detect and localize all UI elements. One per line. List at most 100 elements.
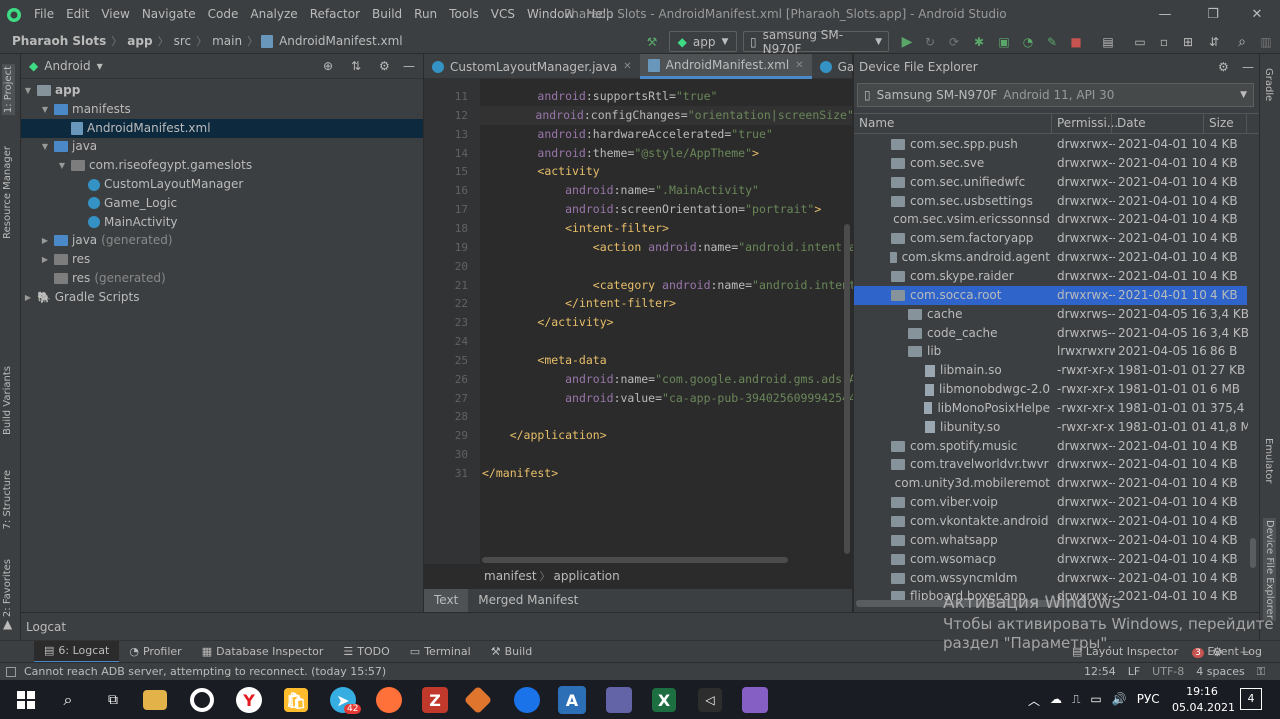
apply-code-icon[interactable]: ⟳ [944,31,964,52]
device-select[interactable]: ▯ samsung SM-N970F ▼ [743,28,889,56]
editor-tab[interactable]: CustomLayoutManager.java ✕ [424,54,640,79]
gradle-sync-icon[interactable]: ⇵ [1204,31,1224,52]
collapse-icon[interactable]: ⇅ [351,59,361,73]
sdk-manager-icon[interactable]: ▭ [1130,31,1150,52]
store-icon[interactable]: 🛍 [284,688,308,712]
code-line[interactable]: android:name="com.google.android.gms.ads… [482,370,877,389]
file-row[interactable]: ▶com.spotify.music drwxrwx--x2021-04-01 1… [854,437,1247,456]
code-line[interactable]: android:hardwareAccelerated="true" [482,125,772,144]
col-permissions[interactable]: Permissi... [1052,114,1118,133]
editor-h-scrollbar[interactable] [482,557,788,563]
code-line[interactable]: <category android:name="android.intent.c… [482,276,877,295]
tab-build[interactable]: ⚒ Build [481,641,543,663]
menu-build[interactable]: Build [366,0,408,29]
file-row[interactable]: ▼lib lrwxrwxrwx2021-04-05 16:28 86 B [854,342,1247,361]
favorites-tab[interactable]: 2: Favorites [2,559,13,617]
file-row[interactable]: ▶com.wssyncmldm drwxrwx--x2021-04-01 10:3… [854,569,1247,588]
tree-item[interactable]: ▶ res [21,250,423,269]
merged-manifest-tab[interactable]: Merged Manifest [468,589,588,612]
menu-tools[interactable]: Tools [443,0,485,29]
tab-todo[interactable]: ☰ TODO [333,641,399,663]
text-tab[interactable]: Text [424,589,469,612]
menu-navigate[interactable]: Navigate [136,0,202,29]
file-row[interactable]: libmain.so -rwxr-xr-x1981-01-01 01:01 27 K… [854,361,1247,380]
usb-icon[interactable]: ⎍ [1072,692,1080,709]
expand-down-icon[interactable]: ▼ [40,100,50,119]
build-variants-tab[interactable]: Build Variants [2,366,13,435]
tree-item[interactable]: ▼ com.riseofegypt.gameslots [21,156,423,175]
resource-manager-tab[interactable]: Resource Manager [2,146,13,239]
layout-icon[interactable]: ⊞ [1178,31,1198,52]
breadcrumb-item[interactable]: AndroidManifest.xml [277,34,405,48]
file-row[interactable]: ▶com.sec.unifiedwfc drwxrwx--x2021-04-01 … [854,173,1247,192]
clock[interactable]: 19:16 05.04.2021 [1172,684,1235,716]
minimize-button[interactable]: — [1142,0,1188,29]
gradle-tool-tab[interactable]: Gradle [1263,68,1274,101]
file-row[interactable]: ▶com.sec.sve drwxrwx--x2021-04-01 10:35 4 … [854,154,1247,173]
profile-icon[interactable]: ◔ [1018,31,1038,52]
android-studio-taskbar-icon[interactable]: A [558,686,586,714]
gear-icon[interactable]: ⚙ [379,59,390,73]
tab-logcat[interactable]: ▤ 6: Logcat [34,640,120,663]
close-tab-icon[interactable]: ✕ [795,60,803,71]
tab-profiler[interactable]: ◔ Profiler [119,641,191,663]
file-row[interactable]: libmonobdwgc-2.0 -rwxr-xr-x1981-01-01 01:… [854,380,1247,399]
tree-item[interactable]: Game_Logic [21,194,423,213]
search-icon[interactable]: ⌕ [52,684,84,716]
file-explorer-icon[interactable] [143,690,167,710]
caret-position[interactable]: 12:54 [1084,663,1116,681]
filezilla-icon[interactable]: Z [422,687,448,713]
code-line[interactable]: </manifest> [482,464,558,483]
expand-right-icon[interactable]: ▶ [40,250,50,269]
tree-item[interactable]: AndroidManifest.xml [21,118,423,138]
tree-item[interactable]: ▶ 🐘 Gradle Scripts [21,288,423,307]
menu-vcs[interactable]: VCS [485,0,521,29]
tree-item[interactable]: ▼ manifests [21,100,423,119]
editor-scrollbar[interactable] [844,224,850,554]
search-icon[interactable]: ⌕ [1232,31,1252,52]
chevron-down-icon[interactable]: ▼ [97,62,103,71]
tree-item[interactable]: res (generated) [21,269,423,288]
code-line[interactable]: <action android:name="android.intent.act [482,238,870,257]
breadcrumb-item[interactable]: app [125,34,154,48]
menu-code[interactable]: Code [202,0,245,29]
file-encoding[interactable]: UTF-8 [1152,663,1184,681]
code-line[interactable]: </activity> [482,313,613,332]
code-line[interactable]: android:screenOrientation="portrait"> [482,200,821,219]
path-application[interactable]: application [554,569,620,583]
project-tool-tab[interactable]: 1: Project [2,64,15,116]
locate-icon[interactable]: ⊕ [323,59,333,73]
visual-studio-icon[interactable] [742,687,768,713]
hide-icon[interactable]: — [1242,60,1254,74]
gear-icon[interactable]: ⚙ [1218,60,1229,74]
close-tab-icon[interactable]: ✕ [623,61,631,72]
menu-edit[interactable]: Edit [60,0,95,29]
yandex-browser-icon[interactable]: Y [236,687,262,713]
cloud-icon[interactable]: ☁ [1050,692,1062,709]
menu-analyze[interactable]: Analyze [244,0,303,29]
code-line[interactable]: <meta-data [482,351,606,370]
file-row[interactable]: ▶com.viber.voip drwxrwx--x2021-04-01 10:3… [854,493,1247,512]
volume-icon[interactable]: 🔊 [1112,692,1127,709]
structure-tab[interactable]: 7: Structure [2,470,13,529]
device-manager-icon[interactable]: ▤ [1098,31,1118,52]
tree-item[interactable]: MainActivity [21,213,423,232]
menu-refactor[interactable]: Refactor [304,0,366,29]
unity-icon[interactable]: ◁ [698,688,722,712]
attach-debugger-icon[interactable]: ✎ [1042,31,1062,52]
tree-item[interactable]: ▶ java (generated) [21,231,423,250]
firefox-icon[interactable] [376,687,402,713]
file-row[interactable]: ▶com.sec.spp.push drwxrwx--x2021-04-01 10… [854,135,1247,154]
col-size[interactable]: Size [1204,114,1247,133]
lock-icon[interactable]: ⚿ [1257,663,1265,681]
dfe-device-select[interactable]: ▯ Samsung SM-N970F Android 11, API 30 ▼ [857,83,1254,107]
expand-right-icon[interactable]: ▶ [40,231,50,250]
chevron-up-icon[interactable]: ︿ [1028,692,1040,709]
path-manifest[interactable]: manifest [484,569,537,583]
settings-icon[interactable]: ▥ [1256,31,1276,52]
hide-icon[interactable]: — [403,59,415,73]
event-log-button[interactable]: 3 Event Log [1192,645,1262,658]
code-line[interactable]: android:name=".MainActivity" [482,181,759,200]
file-row[interactable]: cache drwxrws--x2021-04-05 16:20 3,4 KB [854,305,1248,324]
expand-down-icon[interactable]: ▼ [23,81,33,100]
